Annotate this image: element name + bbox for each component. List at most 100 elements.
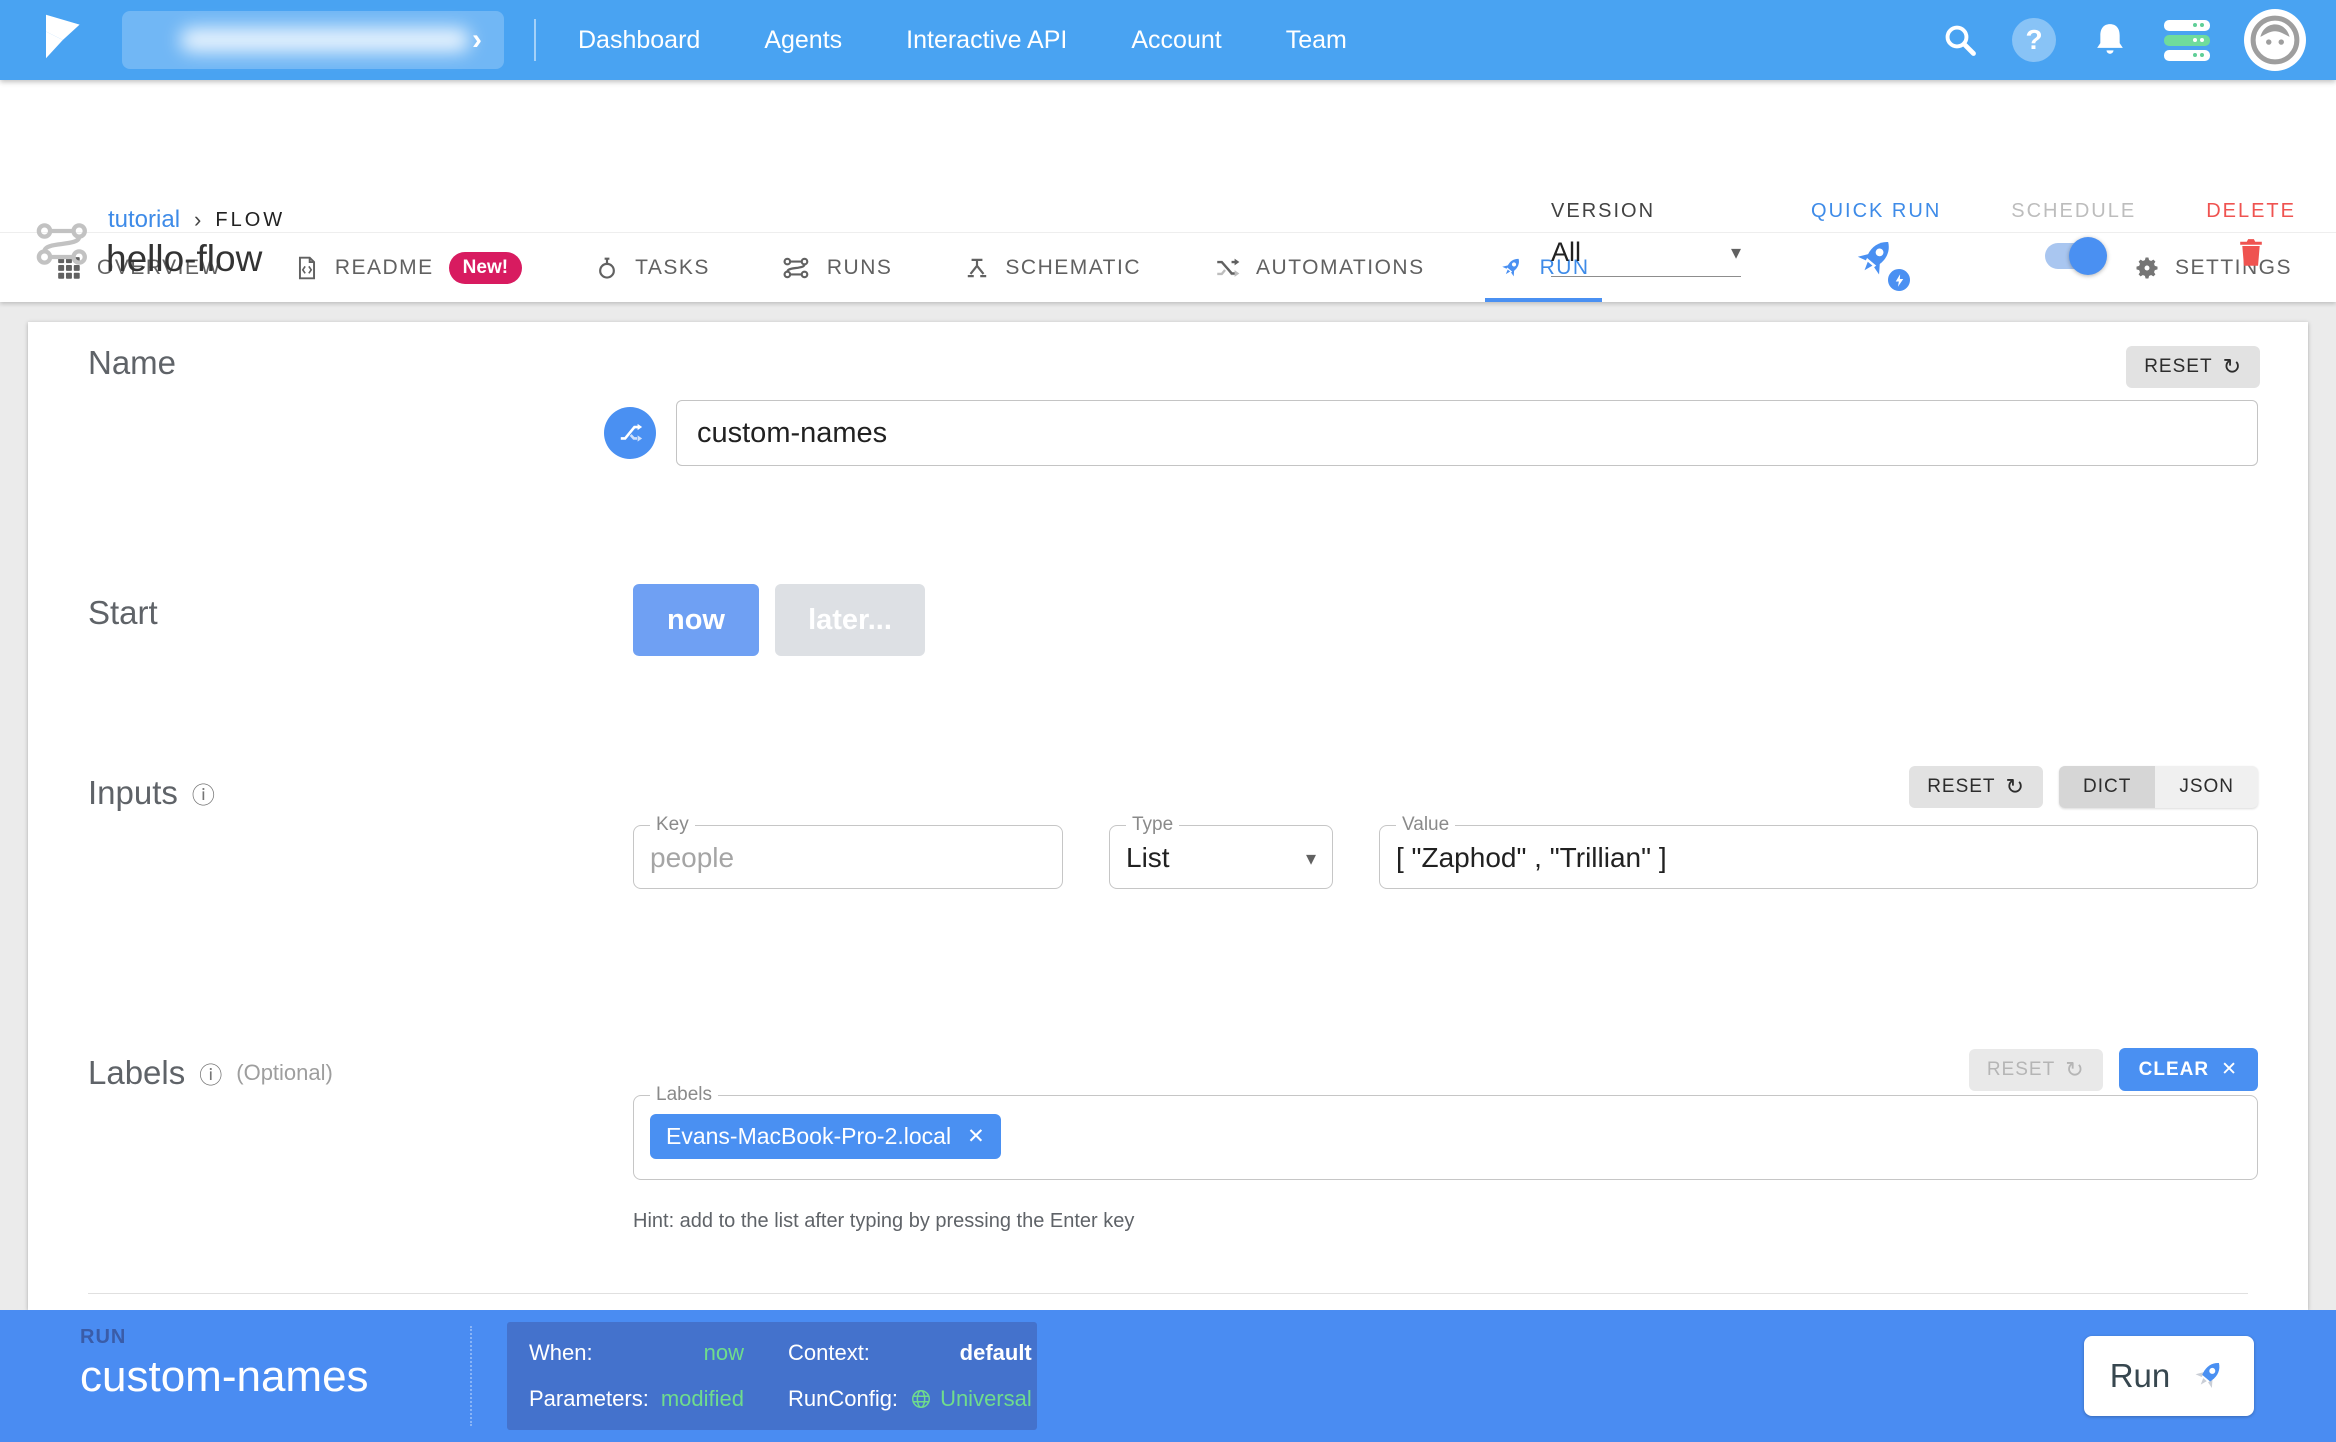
page-title: hello-flow	[106, 238, 262, 280]
run-footer-bar: RUN custom-names When: now Parameters: m…	[0, 1310, 2336, 1442]
team-switcher-button[interactable]: ›	[122, 11, 504, 69]
chevron-down-icon: ▾	[1306, 846, 1316, 871]
runs-icon	[782, 255, 812, 281]
help-icon[interactable]: ?	[2012, 18, 2056, 62]
document-code-icon	[294, 254, 320, 282]
flow-icon	[32, 218, 96, 270]
reset-label: RESET	[2144, 356, 2212, 378]
tab-readme[interactable]: README New!	[294, 233, 522, 302]
nav-items: Dashboard Agents Interactive API Account…	[578, 26, 1347, 55]
version-select[interactable]: All ▾	[1551, 237, 1741, 277]
runconfig-value: Universal	[940, 1386, 1032, 1412]
type-select[interactable]: List ▾	[1126, 838, 1316, 876]
context-label: Context:	[788, 1340, 870, 1366]
labels-field-label: Labels	[650, 1084, 718, 1106]
tab-label: AUTOMATIONS	[1256, 256, 1425, 280]
tab-schematic[interactable]: SCHEMATIC	[964, 233, 1141, 302]
nav-item-agents[interactable]: Agents	[764, 26, 842, 55]
quick-run-button[interactable]: QUICK RUN	[1811, 200, 1941, 289]
start-now-button[interactable]: now	[633, 584, 759, 656]
breadcrumb-separator: ›	[194, 207, 201, 233]
type-field-label: Type	[1126, 814, 1179, 836]
parameters-value: modified	[661, 1386, 744, 1412]
key-field-label: Key	[650, 814, 695, 836]
refresh-icon: ↻	[2006, 776, 2025, 798]
labels-field[interactable]: Labels Evans-MacBook-Pro-2.local ✕	[633, 1084, 2258, 1180]
tab-runs[interactable]: RUNS	[782, 233, 893, 302]
clear-label: CLEAR	[2139, 1059, 2209, 1081]
quick-run-label: QUICK RUN	[1811, 200, 1941, 223]
inputs-section-label: Inputs ⓘ	[88, 774, 215, 812]
label-chip-text: Evans-MacBook-Pro-2.local	[666, 1123, 951, 1150]
tab-label: RUNS	[827, 256, 893, 280]
footer-run-label: RUN	[80, 1326, 126, 1349]
nav-item-interactive-api[interactable]: Interactive API	[906, 26, 1067, 55]
nav-item-team[interactable]: Team	[1286, 26, 1347, 55]
delete-button[interactable]: DELETE	[2206, 200, 2296, 271]
schedule-label: SCHEDULE	[2011, 200, 2136, 223]
flow-header: tutorial › FLOW hello-flow VERSION All ▾…	[0, 80, 2336, 232]
inputs-reset-button[interactable]: RESET ↻	[1909, 766, 2043, 808]
type-value: List	[1126, 842, 1170, 874]
schedule-toggle[interactable]	[2045, 243, 2103, 269]
randomize-name-button[interactable]	[604, 407, 656, 459]
summary-col-right: Context: default RunConfig: Universal	[766, 1336, 1054, 1416]
version-label: VERSION	[1551, 200, 1741, 223]
notifications-bell-icon[interactable]	[2090, 20, 2130, 60]
prefect-logo-icon[interactable]	[34, 12, 86, 68]
close-icon: ✕	[2221, 1058, 2238, 1081]
avatar[interactable]	[2244, 9, 2306, 71]
tab-automations[interactable]: AUTOMATIONS	[1213, 233, 1425, 302]
team-name-redacted	[180, 28, 470, 52]
json-toggle-option[interactable]: JSON	[2155, 766, 2258, 808]
breadcrumb-project-link[interactable]: tutorial	[108, 206, 180, 234]
inputs-label-text: Inputs	[88, 774, 178, 812]
dict-toggle-option[interactable]: DICT	[2059, 766, 2155, 808]
dict-json-toggle: DICT JSON	[2059, 766, 2258, 808]
version-value: All	[1551, 237, 1581, 268]
schematic-tree-icon	[964, 255, 990, 281]
footer-run-name: custom-names	[80, 1352, 369, 1402]
key-input[interactable]	[650, 838, 1046, 876]
start-section-label: Start	[88, 594, 158, 632]
run-button-label: Run	[2110, 1357, 2171, 1395]
refresh-icon: ↻	[2223, 356, 2242, 378]
server-stack-icon[interactable]	[2164, 20, 2210, 61]
nav-item-account[interactable]: Account	[1131, 26, 1221, 55]
chevron-right-icon: ›	[472, 25, 482, 55]
nav-divider	[534, 19, 536, 61]
tab-tasks[interactable]: TASKS	[594, 233, 710, 302]
card-divider	[88, 1293, 2248, 1294]
trash-icon	[2233, 233, 2269, 271]
reset-label: RESET	[1987, 1059, 2055, 1081]
nav-item-dashboard[interactable]: Dashboard	[578, 26, 700, 55]
chevron-down-icon: ▾	[1731, 240, 1741, 265]
run-name-input[interactable]	[676, 400, 2258, 466]
summary-when-row: When: now	[529, 1340, 744, 1366]
key-field: Key	[633, 814, 1063, 889]
name-input-row	[604, 400, 2258, 466]
start-later-button[interactable]: later...	[775, 584, 925, 656]
timer-icon	[594, 254, 620, 282]
server-bar	[2164, 50, 2210, 61]
summary-col-left: When: now Parameters: modified	[507, 1336, 766, 1416]
remove-label-icon[interactable]: ✕	[967, 1124, 985, 1149]
breadcrumb-type: FLOW	[215, 209, 285, 232]
value-field: Value [ "Zaphod" , "Trillian" ]	[1379, 814, 2258, 889]
run-button[interactable]: Run	[2084, 1336, 2254, 1416]
breadcrumb: tutorial › FLOW	[108, 206, 285, 234]
summary-parameters-row: Parameters: modified	[529, 1386, 744, 1412]
lightning-badge-icon	[1886, 267, 1912, 293]
value-input[interactable]: [ "Zaphod" , "Trillian" ]	[1396, 838, 2241, 876]
summary-context-row: Context: default	[788, 1340, 1032, 1366]
globe-icon	[910, 1388, 932, 1410]
search-icon[interactable]	[1942, 22, 1978, 58]
info-icon[interactable]: ⓘ	[192, 776, 215, 810]
rocket-icon	[1491, 248, 1530, 287]
inputs-fields-row: Key Type List ▾ Value [ "Zaphod" , "Tril…	[633, 814, 2258, 889]
info-icon[interactable]: ⓘ	[199, 1056, 222, 1090]
name-reset-button[interactable]: RESET ↻	[2126, 346, 2260, 388]
type-field: Type List ▾	[1109, 814, 1333, 889]
summary-runconfig-row: RunConfig: Universal	[788, 1386, 1032, 1412]
nav-right-icons: ?	[1942, 9, 2336, 71]
